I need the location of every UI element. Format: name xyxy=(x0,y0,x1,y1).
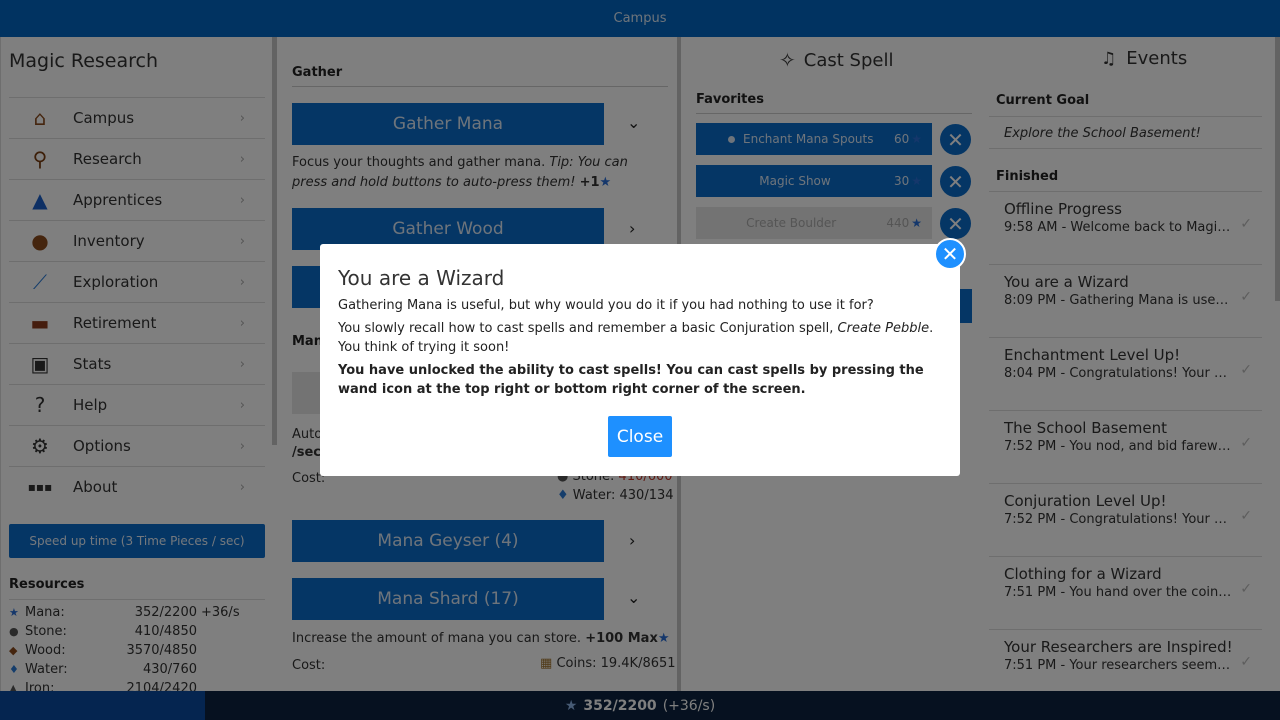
modal-paragraph: You slowly recall how to cast spells and… xyxy=(338,321,934,355)
modal-paragraph-bold: You have unlocked the ability to cast sp… xyxy=(338,363,924,397)
wizard-modal: You are a Wizard Gathering Mana is usefu… xyxy=(320,244,960,476)
modal-paragraph: Gathering Mana is useful, but why would … xyxy=(338,298,874,313)
close-button[interactable]: Close xyxy=(608,416,672,457)
modal-title: You are a Wizard xyxy=(338,266,505,290)
modal-body: Gathering Mana is useful, but why would … xyxy=(338,296,948,403)
close-icon[interactable]: ✕ xyxy=(934,238,966,270)
